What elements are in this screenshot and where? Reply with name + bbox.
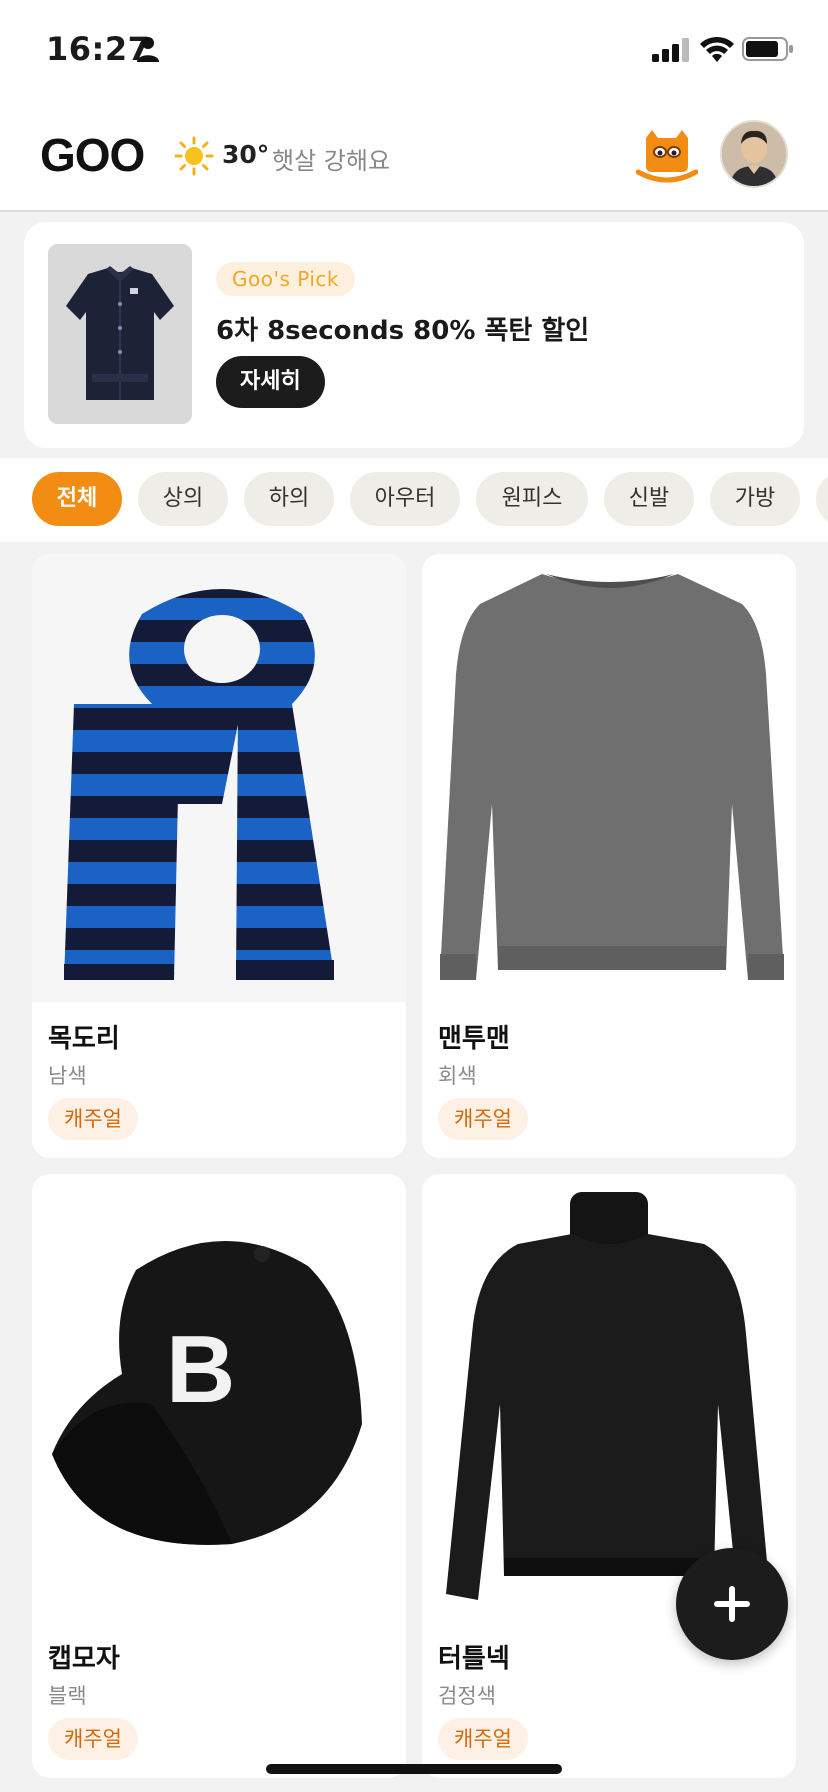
add-item-button[interactable] xyxy=(676,1548,788,1660)
product-color: 블랙 xyxy=(48,1684,87,1708)
product-card[interactable]: B 캡모자 블랙 캐주얼 xyxy=(32,1174,406,1778)
promo-banner[interactable]: Goo's Pick 6차 8seconds 80% 폭탄 할인 자세히 xyxy=(24,222,804,448)
category-filter-bar: 전체 상의 하의 아우터 원피스 신발 가방 xyxy=(0,458,828,542)
promo-detail-button[interactable]: 자세히 xyxy=(216,356,325,408)
promo-badge: Goo's Pick xyxy=(216,262,356,296)
user-avatar[interactable] xyxy=(720,120,788,188)
app-logo[interactable]: GOO xyxy=(40,128,145,182)
category-chip-bags[interactable]: 가방 xyxy=(710,472,800,526)
promo-title: 6차 8seconds 80% 폭탄 할인 xyxy=(216,316,590,346)
category-chip-more[interactable] xyxy=(816,472,828,526)
product-card[interactable]: 터틀넥 검정색 캐주얼 xyxy=(422,1174,796,1778)
product-name: 터틀넥 xyxy=(438,1644,510,1674)
mascot-icon[interactable] xyxy=(636,126,698,184)
product-color: 남색 xyxy=(48,1064,87,1088)
plus-icon xyxy=(714,1586,750,1622)
home-indicator[interactable] xyxy=(266,1764,562,1774)
wifi-icon xyxy=(700,36,734,62)
battery-icon xyxy=(742,37,793,61)
product-color: 회색 xyxy=(438,1064,477,1088)
profile-photo xyxy=(722,122,786,186)
category-chip-tops[interactable]: 상의 xyxy=(138,472,228,526)
style-tag: 캐주얼 xyxy=(438,1098,528,1140)
black-cap-image: B xyxy=(32,1174,406,1622)
product-name: 맨투맨 xyxy=(438,1024,510,1054)
gray-sweatshirt-image xyxy=(422,554,796,1002)
striped-scarf-image xyxy=(32,554,406,1002)
style-tag: 캐주얼 xyxy=(438,1718,528,1760)
cellular-signal-icon xyxy=(652,38,689,62)
product-name: 캡모자 xyxy=(48,1644,120,1674)
product-card[interactable]: 목도리 남색 캐주얼 xyxy=(32,554,406,1158)
weather-temperature: 30° xyxy=(222,140,270,169)
app-header: GOO 30° 햇살 강해요 xyxy=(0,100,828,212)
person-icon xyxy=(137,37,159,62)
category-chip-bottoms[interactable]: 하의 xyxy=(244,472,334,526)
category-chip-all[interactable]: 전체 xyxy=(32,472,122,526)
sun-icon xyxy=(174,136,214,176)
navy-knit-shirt-image xyxy=(48,244,192,424)
style-tag: 캐주얼 xyxy=(48,1098,138,1140)
product-name: 목도리 xyxy=(48,1024,120,1054)
cap-logo: B xyxy=(166,1316,235,1423)
weather-description: 햇살 강해요 xyxy=(272,147,391,175)
category-chip-outer[interactable]: 아우터 xyxy=(350,472,460,526)
promo-product-image xyxy=(48,244,192,424)
style-tag: 캐주얼 xyxy=(48,1718,138,1760)
category-chip-dress[interactable]: 원피스 xyxy=(476,472,588,526)
category-chip-shoes[interactable]: 신발 xyxy=(604,472,694,526)
status-bar: 16:27 xyxy=(0,0,828,100)
product-color: 검정색 xyxy=(438,1684,496,1708)
product-card[interactable]: 맨투맨 회색 캐주얼 xyxy=(422,554,796,1158)
status-time: 16:27 xyxy=(46,30,151,68)
